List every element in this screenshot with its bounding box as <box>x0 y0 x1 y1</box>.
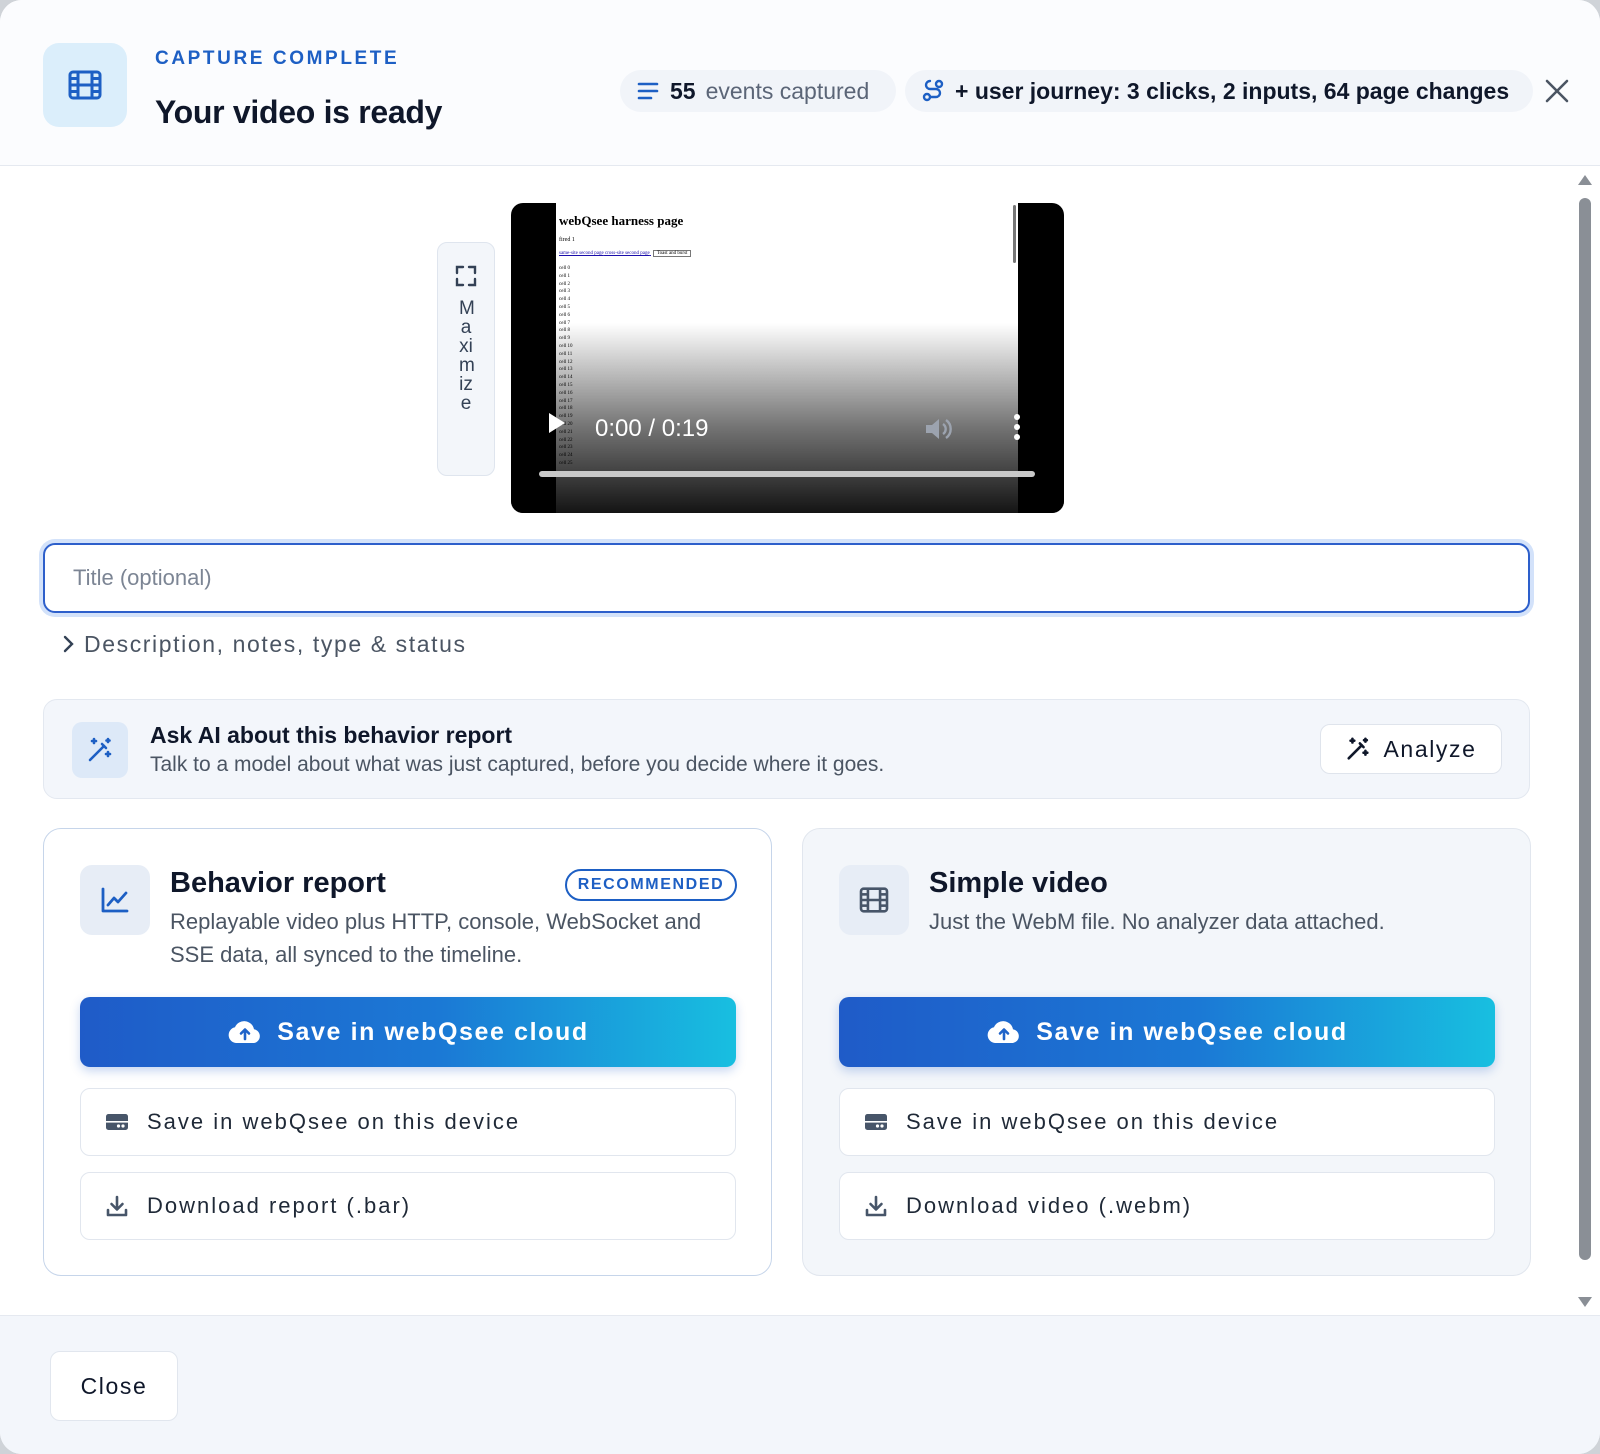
behavior-save-cloud-button[interactable]: Save in webQsee cloud <box>80 997 736 1067</box>
capture-dialog: CAPTURE COMPLETE Your video is ready 55 … <box>0 0 1600 1454</box>
simple-save-device-button[interactable]: Save in webQsee on this device <box>839 1088 1495 1156</box>
behavior-save-device-button[interactable]: Save in webQsee on this device <box>80 1088 736 1156</box>
close-button[interactable]: Close <box>50 1351 178 1421</box>
simple-save-cloud-button[interactable]: Save in webQsee cloud <box>839 997 1495 1067</box>
route-icon <box>922 79 944 102</box>
video-time: 0:00 / 0:19 <box>595 415 709 442</box>
events-label: events captured <box>705 77 870 104</box>
details-toggle[interactable]: Description, notes, type & status <box>62 628 467 660</box>
title-input[interactable] <box>43 543 1530 613</box>
hard-drive-icon <box>865 1114 887 1130</box>
scroll-thumb[interactable] <box>1579 198 1591 1260</box>
events-count: 55 <box>670 77 696 104</box>
scroll-up-icon[interactable] <box>1577 174 1593 186</box>
analyze-label: Analyze <box>1383 735 1477 762</box>
video-player[interactable]: webQsee harness page fired 1 same-site s… <box>511 203 1064 513</box>
details-toggle-label: Description, notes, type & status <box>84 630 467 657</box>
user-journey-pill: + user journey: 3 clicks, 2 inputs, 64 p… <box>905 70 1533 112</box>
volume-icon[interactable] <box>923 415 953 443</box>
maximize-label: Maximize <box>459 298 475 414</box>
more-options-icon[interactable] <box>1013 413 1021 441</box>
magic-wand-icon <box>1347 737 1370 760</box>
line-chart-icon <box>80 865 150 935</box>
chevron-right-icon <box>63 635 74 653</box>
dialog-title: Your video is ready <box>155 94 443 130</box>
analyze-button[interactable]: Analyze <box>1320 724 1502 774</box>
maximize-icon <box>455 265 477 287</box>
close-icon[interactable] <box>1538 72 1576 110</box>
video-controls: 0:00 / 0:19 <box>511 203 1064 513</box>
simple-video-description: Just the WebM file. No analyzer data att… <box>929 909 1385 934</box>
download-icon <box>106 1195 128 1217</box>
dialog-footer: Close <box>0 1315 1600 1454</box>
film-icon <box>43 43 127 127</box>
events-captured-pill: 55 events captured <box>620 70 896 112</box>
simple-save-device-label: Save in webQsee on this device <box>906 1109 1280 1134</box>
capture-status-eyebrow: CAPTURE COMPLETE <box>155 48 400 69</box>
recommended-badge: RECOMMENDED <box>565 869 737 901</box>
cloud-upload-icon <box>228 1021 261 1043</box>
maximize-button[interactable]: Maximize <box>437 242 495 476</box>
behavior-report-title: Behavior report <box>170 867 386 899</box>
ask-ai-title: Ask AI about this behavior report <box>150 722 513 748</box>
list-icon <box>637 82 659 100</box>
behavior-save-cloud-label: Save in webQsee cloud <box>277 1017 589 1046</box>
magic-wand-icon <box>72 722 128 778</box>
behavior-report-description: Replayable video plus HTTP, console, Web… <box>170 909 702 967</box>
download-video-label: Download video (.webm) <box>906 1193 1193 1218</box>
video-progress-bar[interactable] <box>539 471 1035 477</box>
film-icon <box>839 865 909 935</box>
ask-ai-banner: Ask AI about this behavior report Talk t… <box>43 699 1530 799</box>
download-report-button[interactable]: Download report (.bar) <box>80 1172 736 1240</box>
download-icon <box>865 1195 887 1217</box>
behavior-report-card: Behavior report RECOMMENDED Replayable v… <box>43 828 772 1276</box>
user-journey-summary: + user journey: 3 clicks, 2 inputs, 64 p… <box>955 77 1510 104</box>
simple-video-title: Simple video <box>929 867 1108 899</box>
simple-video-card: Simple video Just the WebM file. No anal… <box>802 828 1531 1276</box>
body-scrollbar[interactable] <box>1574 168 1594 1314</box>
play-icon[interactable] <box>547 411 567 435</box>
scroll-down-icon[interactable] <box>1577 1296 1593 1308</box>
download-video-button[interactable]: Download video (.webm) <box>839 1172 1495 1240</box>
cloud-upload-icon <box>987 1021 1020 1043</box>
behavior-save-device-label: Save in webQsee on this device <box>147 1109 521 1134</box>
hard-drive-icon <box>106 1114 128 1130</box>
download-report-label: Download report (.bar) <box>147 1193 412 1218</box>
dialog-header: CAPTURE COMPLETE Your video is ready 55 … <box>0 0 1600 166</box>
simple-save-cloud-label: Save in webQsee cloud <box>1036 1017 1348 1046</box>
ask-ai-subtitle: Talk to a model about what was just capt… <box>150 753 885 776</box>
